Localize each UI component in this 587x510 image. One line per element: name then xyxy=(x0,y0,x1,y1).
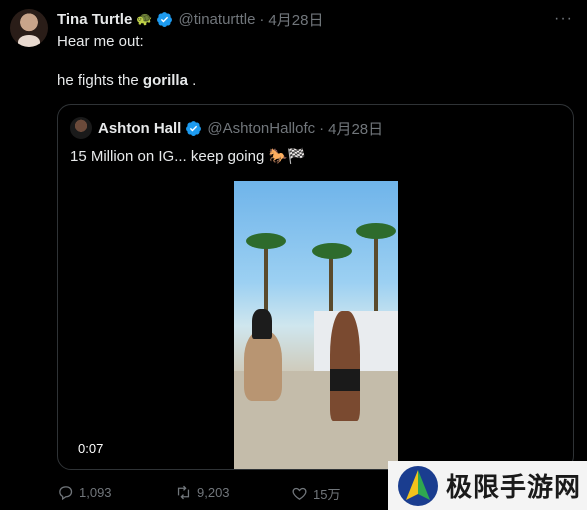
palm-leaves xyxy=(356,223,396,239)
palm-leaves xyxy=(312,243,352,259)
rider xyxy=(252,309,272,339)
retweet-count: 9,203 xyxy=(197,485,230,500)
quoted-tweet[interactable]: Ashton Hall @AshtonHallofc · 4月28日 15 Mi… xyxy=(57,104,574,470)
verified-badge-icon xyxy=(157,11,173,27)
tweet-text-suffix: . xyxy=(187,72,197,89)
quote-author-handle: @AshtonHallofc xyxy=(207,120,316,137)
video-player[interactable] xyxy=(234,181,398,469)
heart-icon xyxy=(292,487,307,500)
runner xyxy=(330,311,360,421)
author-handle[interactable]: @tinaturttle xyxy=(178,11,255,28)
palm-leaves xyxy=(246,233,286,249)
quote-separator-dot: · xyxy=(319,120,325,137)
tweet-header: Tina Turtle 🐢 @tinaturttle · 4月28日 xyxy=(57,9,323,29)
turtle-emoji: 🐢 xyxy=(136,11,153,26)
like-button[interactable]: 15万 xyxy=(291,484,340,503)
author-name[interactable]: Tina Turtle xyxy=(57,11,132,28)
video-duration: 0:07 xyxy=(78,441,104,456)
horse xyxy=(244,331,282,401)
tweet-text-prefix: he fights the xyxy=(57,72,143,89)
watermark-logo-icon xyxy=(398,465,438,506)
tweet-text-line-2: he fights the gorilla . xyxy=(57,72,196,89)
tweet-time[interactable]: 4月28日 xyxy=(268,9,323,30)
reply-icon xyxy=(59,486,73,501)
runner-shorts xyxy=(330,369,360,391)
quote-text: 15 Million on IG... keep going 🐎🏁 xyxy=(70,148,306,165)
reply-button[interactable]: 1,093 xyxy=(57,484,112,501)
tweet-text-line-1: Hear me out: xyxy=(57,33,144,50)
watermark-banner: 极限手游网 xyxy=(388,461,587,510)
reply-count: 1,093 xyxy=(79,485,112,500)
quote-author-avatar xyxy=(70,117,92,139)
like-count: 15万 xyxy=(313,487,341,502)
more-options-icon[interactable]: ··· xyxy=(554,10,573,28)
action-bar: 1,093 9,203 15万 xyxy=(57,484,387,504)
quote-verified-badge-icon xyxy=(186,121,202,136)
quote-time: 4月28日 xyxy=(328,121,384,138)
separator-dot: · xyxy=(259,10,265,28)
quote-author-name: Ashton Hall xyxy=(98,120,182,137)
watermark-text: 极限手游网 xyxy=(446,473,582,503)
tweet-text-bold: gorilla xyxy=(142,72,188,89)
author-avatar[interactable] xyxy=(10,9,48,47)
quote-header: Ashton Hall @AshtonHallofc · 4月28日 xyxy=(98,118,383,139)
retweet-icon xyxy=(177,485,190,500)
retweet-button[interactable]: 9,203 xyxy=(175,484,230,501)
